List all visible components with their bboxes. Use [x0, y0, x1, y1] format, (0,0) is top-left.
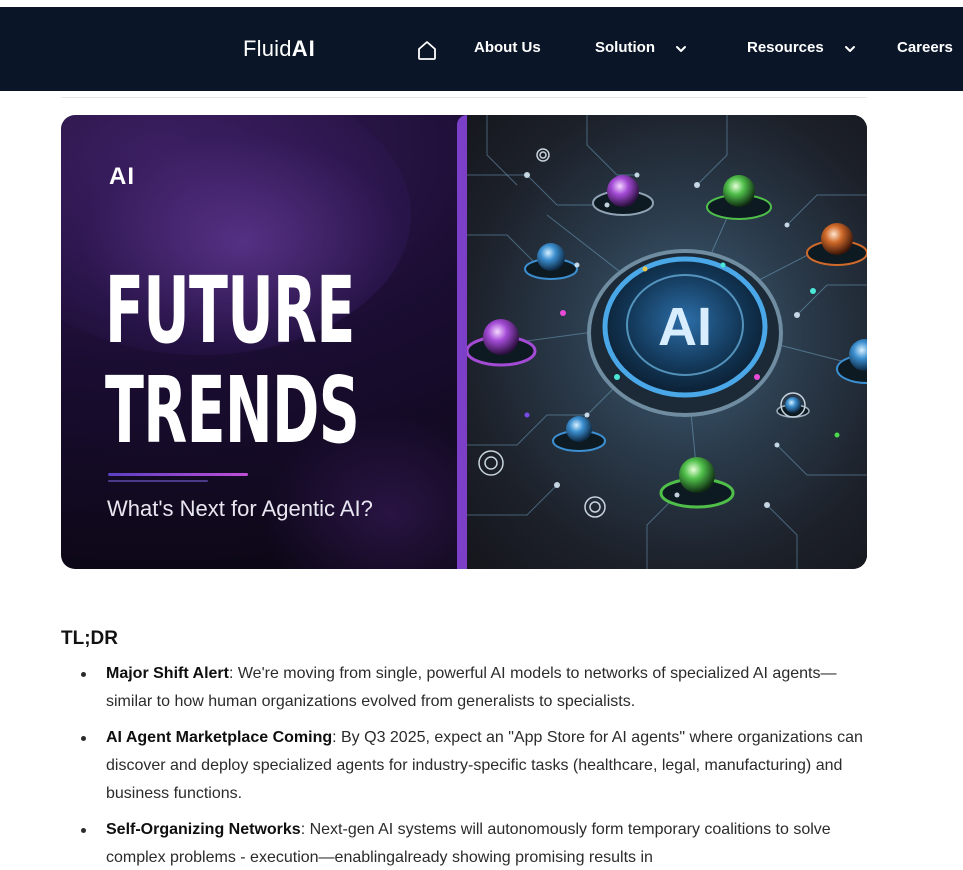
- hero-accent-rule-secondary: [108, 480, 208, 482]
- brand-ai: AI: [291, 36, 316, 61]
- list-item: Self-Organizing Networks: Next-gen AI sy…: [61, 816, 873, 870]
- agent-orb: [467, 319, 537, 367]
- top-navbar: Fluid AI About Us Solution Resources Car…: [0, 7, 963, 91]
- hero-title-line1: FUTURE: [105, 257, 355, 364]
- agent-network-illustration: AI: [467, 115, 867, 569]
- agent-orb: [706, 175, 772, 220]
- hero-illustration: AI: [457, 115, 867, 569]
- hero-subtitle: What's Next for Agentic AI?: [107, 496, 373, 521]
- top-strip: [0, 0, 963, 7]
- hero-title-line2: TRENDS: [105, 357, 360, 464]
- list-item: AI Agent Marketplace Coming: By Q3 2025,…: [61, 724, 873, 808]
- chevron-down-icon[interactable]: [675, 43, 687, 55]
- core-ai-badge: AI: [658, 297, 712, 357]
- hero-title: FUTURE TRENDS: [105, 257, 360, 464]
- agent-orb: [592, 175, 654, 216]
- content-divider: [61, 97, 867, 98]
- agent-orb: [552, 416, 606, 452]
- nav-solution[interactable]: Solution: [595, 39, 655, 56]
- hero-logo: AI: [109, 163, 135, 190]
- nav-about-us[interactable]: About Us: [474, 39, 541, 56]
- bullet-term: AI Agent Marketplace Coming: [106, 729, 333, 746]
- chevron-down-icon[interactable]: [844, 43, 856, 55]
- agent-orb: [836, 339, 867, 384]
- agent-orb: [524, 243, 578, 280]
- brand-name: Fluid: [243, 36, 292, 61]
- brand-logo[interactable]: Fluid AI: [243, 36, 316, 62]
- bullet-dot: [81, 672, 86, 677]
- tldr-list: Major Shift Alert: We're moving from sin…: [61, 660, 873, 870]
- tldr-heading: TL;DR: [61, 628, 118, 649]
- bullet-dot: [81, 828, 86, 833]
- home-icon[interactable]: [415, 38, 439, 62]
- bullet-dot: [81, 736, 86, 741]
- bullet-term: Self-Organizing Networks: [106, 821, 301, 838]
- nav-careers[interactable]: Careers: [897, 39, 953, 56]
- agent-orb: [659, 457, 735, 509]
- bullet-term: Major Shift Alert: [106, 665, 229, 682]
- agent-orb: [806, 223, 867, 266]
- list-item: Major Shift Alert: We're moving from sin…: [61, 660, 873, 716]
- hero-accent-rule: [108, 473, 248, 476]
- nav-resources[interactable]: Resources: [747, 39, 824, 56]
- hero-banner: AI FUTURE TRENDS What's Next for Agentic…: [61, 115, 867, 569]
